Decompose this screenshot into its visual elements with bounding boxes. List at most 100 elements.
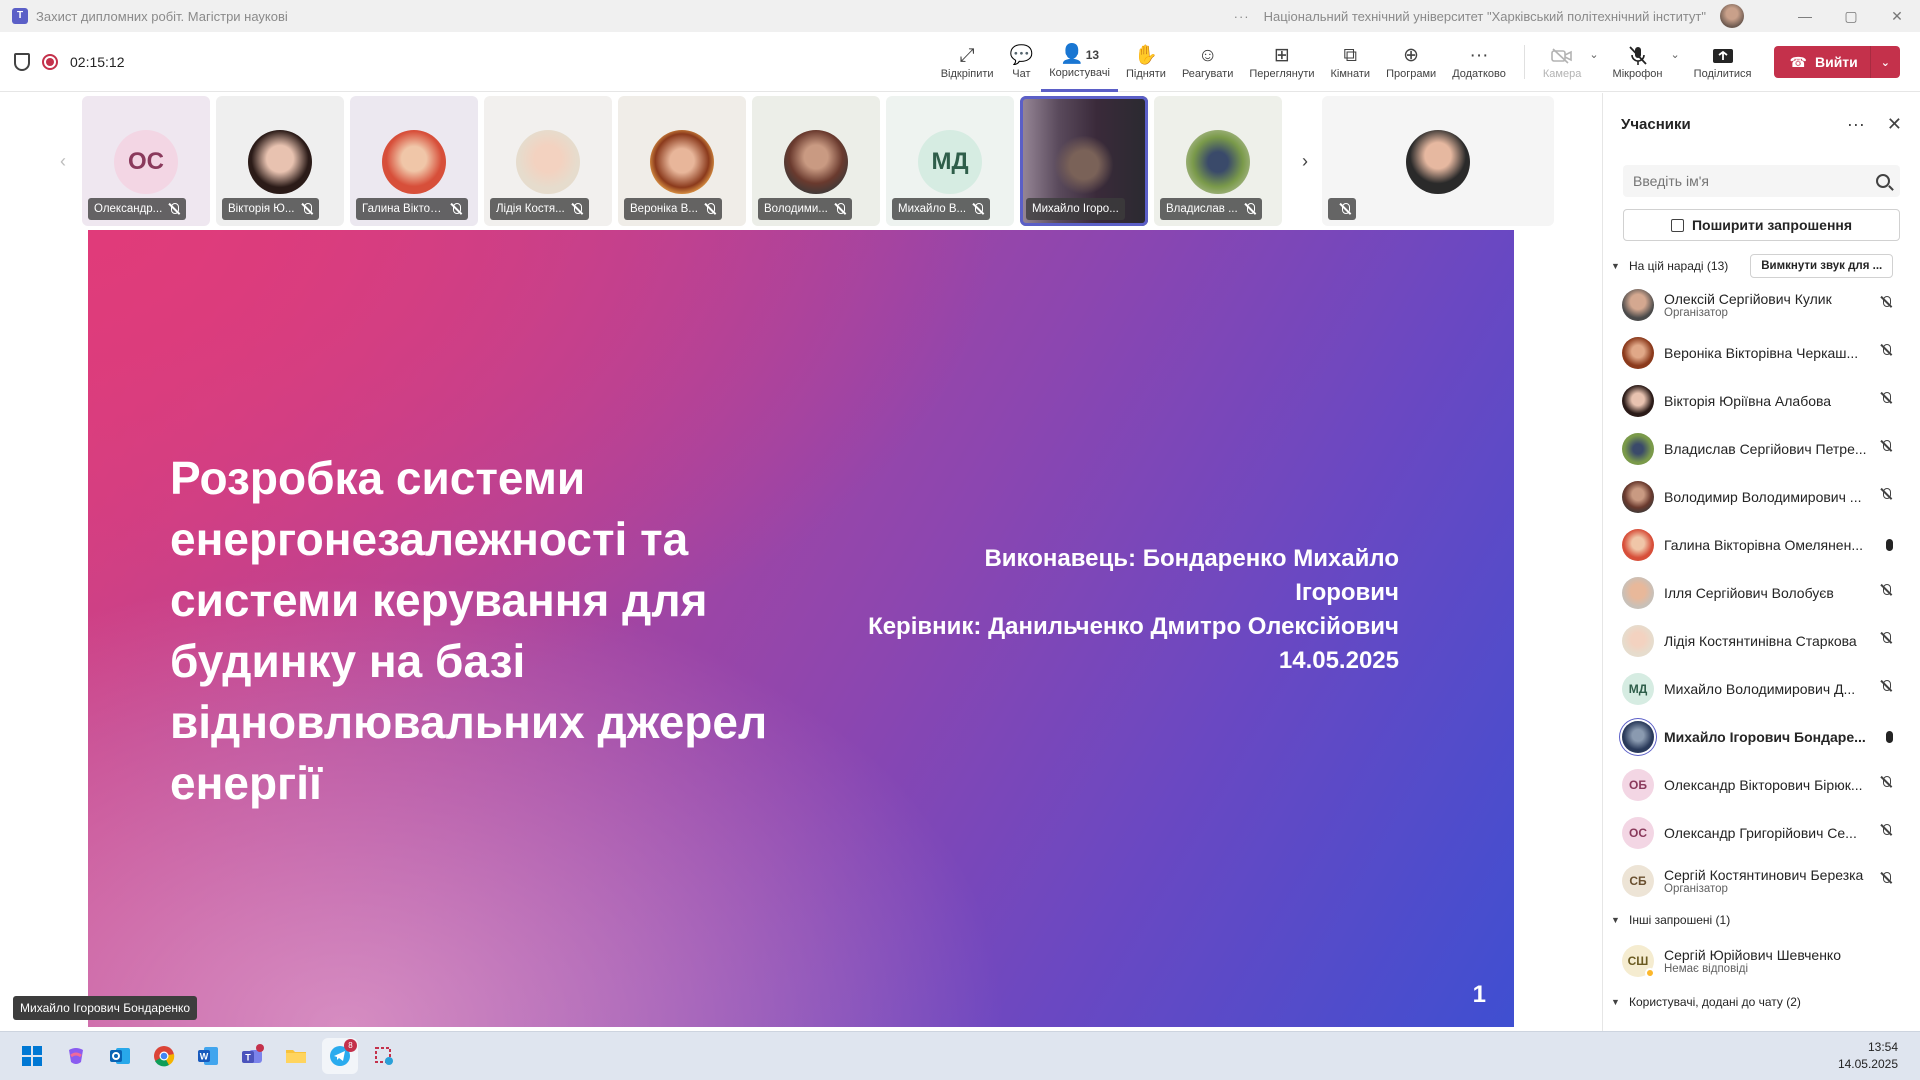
participant-row-self[interactable]: Михайло Ігорович Бондаре... — [1603, 713, 1920, 761]
microphone-button[interactable]: Мікрофон — [1605, 32, 1671, 92]
participant-tile[interactable]: Галина Вікторі... — [350, 96, 478, 226]
outlook-icon[interactable] — [102, 1038, 138, 1074]
tile-name: Лідія Костя... — [496, 203, 565, 215]
unpin-button[interactable]: ⤢ Відкріпити — [933, 32, 1002, 92]
share-button[interactable]: Поділитися — [1686, 32, 1760, 92]
participant-search[interactable] — [1623, 165, 1900, 197]
video-feed — [1052, 136, 1116, 200]
more-actions-button[interactable]: ··· Додатково — [1444, 32, 1514, 92]
participant-row[interactable]: Володимир Володимирович ... — [1603, 473, 1920, 521]
group-in-meeting[interactable]: ▼ На цій нараді (13) Вимкнути звук для .… — [1603, 251, 1920, 281]
mic-on-icon — [1880, 536, 1898, 554]
mic-off-icon — [1244, 203, 1256, 215]
chrome-icon[interactable] — [146, 1038, 182, 1074]
participant-tile[interactable]: МД Михайло В... — [886, 96, 1014, 226]
participant-row[interactable]: Вікторія Юріївна Алабова — [1603, 377, 1920, 425]
gallery-next-icon[interactable]: › — [1288, 96, 1322, 226]
group-chat-users[interactable]: ▼ Користувачі, додані до чату (2) — [1603, 987, 1920, 1017]
window-titlebar: T Захист дипломних робіт. Магістри науко… — [0, 0, 1920, 32]
mic-off-icon — [450, 203, 462, 215]
participant-row[interactable]: Владислав Сергійович Петре... — [1603, 425, 1920, 473]
participant-row[interactable]: Галина Вікторівна Омелянен... — [1603, 521, 1920, 569]
raise-hand-button[interactable]: ✋ Підняти — [1118, 32, 1174, 92]
profile-avatar[interactable] — [1720, 4, 1744, 28]
copilot-icon[interactable] — [58, 1038, 94, 1074]
avatar — [1622, 385, 1654, 417]
minimize-button[interactable]: — — [1782, 8, 1828, 24]
chat-icon: 💬 — [1009, 45, 1034, 66]
view-button[interactable]: ⊞ Переглянути — [1241, 32, 1322, 92]
meeting-timer: 02:15:12 — [70, 53, 125, 70]
slide-title: Розробка системи енергонезалежності та с… — [170, 452, 768, 809]
avatar-initials: СШ — [1622, 945, 1655, 978]
svg-text:W: W — [200, 1052, 209, 1062]
participant-row[interactable]: СБ Сергій Костянтинович Березка Організат… — [1603, 857, 1920, 905]
avatar-initials: ОС — [114, 130, 178, 194]
shield-icon — [14, 52, 30, 71]
system-clock[interactable]: 13:54 14.05.2025 — [1838, 1039, 1898, 1073]
windows-taskbar: W T 8 13:54 14.05.2025 — [0, 1031, 1920, 1080]
mic-off-icon — [704, 203, 716, 215]
avatar — [1186, 130, 1250, 194]
invited-row[interactable]: СШ Сергій Юрійович Шевченко Немає відпові… — [1603, 935, 1920, 987]
participant-tile[interactable]: Вікторія Ю... — [216, 96, 344, 226]
mute-all-button[interactable]: Вимкнути звук для ... — [1750, 254, 1894, 278]
unpin-icon: ⤢ — [959, 45, 975, 66]
participant-tile[interactable] — [1322, 96, 1554, 226]
more-options-icon[interactable]: ··· — [1234, 9, 1250, 24]
presenter-name-label: Михайло Ігорович Бондаренко — [13, 996, 198, 1020]
teams-app-icon: T — [12, 8, 28, 24]
participant-tile[interactable]: Вероніка В... — [618, 96, 746, 226]
camera-button[interactable]: Камера — [1535, 32, 1589, 92]
search-icon — [1876, 174, 1890, 188]
camera-options-chevron-icon[interactable]: ⌄ — [1589, 48, 1598, 61]
video-gallery-strip: ‹ ОС Олександр... Вікторія Ю... Галина В… — [46, 96, 1554, 226]
more-icon: ··· — [1469, 45, 1489, 66]
participant-tile[interactable]: Лідія Костя... — [484, 96, 612, 226]
leave-button[interactable]: ☎ Вийти ⌄ — [1773, 46, 1900, 78]
tile-name: Михайло Ігоро... — [1032, 203, 1119, 215]
file-explorer-icon[interactable] — [278, 1038, 314, 1074]
people-button[interactable]: 👤 13 Користувачі — [1041, 32, 1118, 92]
participant-row[interactable]: Вероніка Вікторівна Черкаш... — [1603, 329, 1920, 377]
participant-search-input[interactable] — [1633, 173, 1876, 189]
avatar — [1622, 577, 1654, 609]
participant-tile[interactable]: Владислав ... — [1154, 96, 1282, 226]
chat-button[interactable]: 💬 Чат — [1002, 32, 1042, 92]
apps-button[interactable]: ⊕ Програми — [1378, 32, 1444, 92]
participant-tile[interactable]: ОС Олександр... — [82, 96, 210, 226]
slide-page-number: 1 — [1472, 981, 1486, 1008]
slide-date: 14.05.2025 — [1278, 647, 1399, 674]
active-speaker-tile[interactable]: Михайло Ігоро... — [1020, 96, 1148, 226]
telegram-icon[interactable]: 8 — [322, 1038, 358, 1074]
group-invited[interactable]: ▼ Інші запрошені (1) — [1603, 905, 1920, 935]
rooms-button[interactable]: ⧉ Кімнати — [1323, 32, 1379, 92]
share-invite-button[interactable]: Поширити запрошення — [1623, 209, 1900, 241]
people-icon: 👤 — [1060, 43, 1084, 65]
participant-row[interactable]: МД Михайло Володимирович Д... — [1603, 665, 1920, 713]
slide-author-line1: Виконавець: Бондаренко Михайло — [984, 545, 1399, 572]
mic-off-icon — [301, 203, 313, 215]
participant-row[interactable]: Олексій Сергійович Кулик Організатор — [1603, 281, 1920, 329]
leave-options-chevron-icon[interactable]: ⌄ — [1871, 56, 1900, 69]
panel-more-icon[interactable]: ··· — [1847, 114, 1865, 135]
participant-row[interactable]: ОС Олександр Григорійович Се... — [1603, 809, 1920, 857]
gallery-prev-icon[interactable]: ‹ — [46, 96, 80, 226]
mic-off-icon — [1880, 488, 1898, 506]
windows-start-icon[interactable] — [14, 1038, 50, 1074]
share-screen-icon — [1712, 44, 1734, 68]
word-icon[interactable]: W — [190, 1038, 226, 1074]
microphone-options-chevron-icon[interactable]: ⌄ — [1670, 48, 1679, 61]
participant-row[interactable]: Лідія Костянтинівна Старкова — [1603, 617, 1920, 665]
participant-row[interactable]: ОБ Олександр Вікторович Бірюк... — [1603, 761, 1920, 809]
panel-close-icon[interactable]: ✕ — [1887, 114, 1902, 135]
close-window-button[interactable]: ✕ — [1874, 8, 1920, 25]
snipping-tool-icon[interactable] — [366, 1038, 402, 1074]
react-button[interactable]: ☺ Реагувати — [1174, 32, 1241, 92]
mic-off-icon — [972, 203, 984, 215]
teams-icon[interactable]: T — [234, 1038, 270, 1074]
mic-off-icon — [168, 203, 180, 215]
participant-row[interactable]: Ілля Сергійович Волобуєв — [1603, 569, 1920, 617]
participant-tile[interactable]: Володими... — [752, 96, 880, 226]
maximize-button[interactable]: ▢ — [1828, 8, 1874, 25]
